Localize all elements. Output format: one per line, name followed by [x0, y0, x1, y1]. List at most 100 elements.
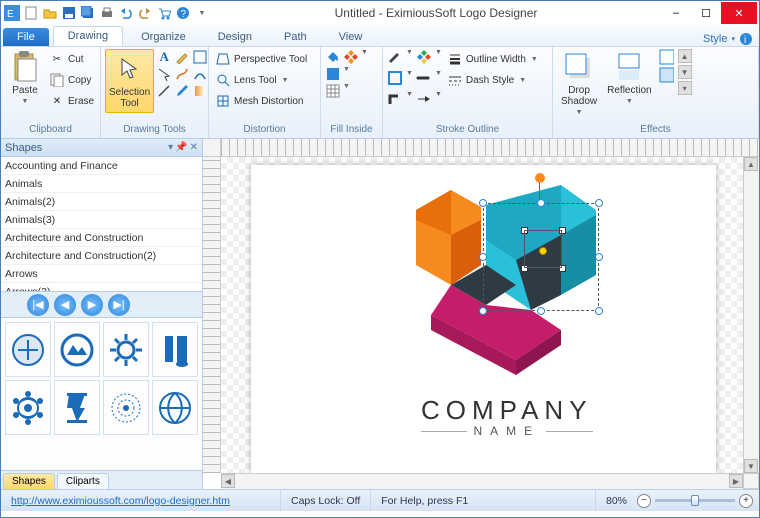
fill-gradient-icon[interactable] — [343, 49, 359, 65]
style-link[interactable]: Style — [703, 33, 727, 45]
scroll-right-icon[interactable]: ▶ — [729, 474, 743, 488]
zoom-in-button[interactable]: + — [739, 494, 753, 508]
zoom-slider[interactable] — [655, 499, 735, 502]
cart-icon[interactable] — [155, 4, 173, 22]
nav-prev-icon[interactable]: ◀ — [54, 294, 76, 316]
shape-thumbnail[interactable] — [54, 380, 100, 435]
tab-view[interactable]: View — [325, 28, 377, 46]
resize-handle-se[interactable] — [595, 307, 603, 315]
cut-button[interactable]: ✂Cut — [47, 49, 96, 69]
panel-dropdown-icon[interactable]: ▾ — [168, 142, 173, 153]
tab-path[interactable]: Path — [270, 28, 321, 46]
copy-button[interactable]: Copy — [47, 70, 96, 90]
shape-thumbnail[interactable] — [5, 322, 51, 377]
tab-shapes[interactable]: Shapes — [3, 473, 55, 489]
perspective-tool-button[interactable]: Perspective Tool — [213, 49, 309, 69]
resize-handle-e[interactable] — [595, 253, 603, 261]
paste-button[interactable]: Paste ▼ — [5, 49, 45, 107]
shapes-category-list[interactable]: Accounting and Finance Animals Animals(2… — [1, 157, 202, 292]
resize-handle-w[interactable] — [479, 253, 487, 261]
reflection-button[interactable]: Reflection ▼ — [603, 49, 655, 107]
nav-first-icon[interactable]: |◀ — [27, 294, 49, 316]
effect-preset-1-icon[interactable] — [658, 49, 674, 65]
shape-thumbnail[interactable] — [152, 380, 198, 435]
minimize-button[interactable]: – — [661, 2, 691, 24]
fill-solid-icon[interactable] — [325, 66, 341, 82]
stroke-arrow-icon[interactable] — [416, 91, 432, 107]
outline-width-button[interactable]: Outline Width▼ — [445, 49, 540, 69]
tab-cliparts[interactable]: Cliparts — [57, 473, 109, 489]
list-item[interactable]: Arrows — [1, 265, 202, 283]
line-tool-icon[interactable] — [156, 83, 172, 99]
scrollbar-vertical[interactable]: ▲ ▼ — [743, 157, 759, 473]
scrollbar-horizontal[interactable]: ◀ ▶ — [221, 473, 743, 489]
resize-handle-n[interactable] — [537, 199, 545, 207]
shape-thumbnail[interactable] — [103, 380, 149, 435]
status-link[interactable]: http://www.eximioussoft.com/logo-designe… — [11, 495, 230, 507]
effect-gallery-icon[interactable]: ▾ — [678, 81, 692, 95]
shape-thumbnail[interactable] — [5, 380, 51, 435]
resize-handle-sw[interactable] — [479, 307, 487, 315]
effect-preset-2-icon[interactable] — [658, 67, 674, 83]
maximize-button[interactable]: ☐ — [691, 2, 721, 24]
nav-next-icon[interactable]: ▶ — [81, 294, 103, 316]
zoom-out-button[interactable]: − — [637, 494, 651, 508]
fill-bucket-icon[interactable] — [325, 49, 341, 65]
fill-pattern-icon[interactable] — [325, 83, 341, 99]
tab-drawing[interactable]: Drawing — [53, 26, 123, 46]
text-tool-icon[interactable]: A — [156, 49, 172, 65]
company-text-block[interactable]: COMPANY NAME — [421, 395, 593, 438]
undo-icon[interactable] — [117, 4, 135, 22]
resize-handle-ne[interactable] — [595, 199, 603, 207]
close-button[interactable]: ✕ — [721, 2, 757, 24]
help-icon[interactable]: ? — [174, 4, 192, 22]
tab-design[interactable]: Design — [204, 28, 266, 46]
dash-style-button[interactable]: Dash Style▼ — [445, 70, 528, 90]
stroke-pen-icon[interactable] — [387, 49, 403, 65]
panel-pin-icon[interactable]: 📌 — [175, 142, 187, 153]
rotation-handle[interactable] — [535, 173, 545, 183]
new-icon[interactable] — [22, 4, 40, 22]
stroke-join-icon[interactable] — [387, 91, 403, 107]
canvas-page[interactable]: COMPANY NAME — [251, 165, 716, 473]
stroke-cap-icon[interactable] — [416, 70, 432, 86]
scroll-up-icon[interactable]: ▲ — [744, 157, 758, 171]
mesh-distortion-button[interactable]: Mesh Distortion — [213, 91, 309, 111]
lens-tool-button[interactable]: Lens Tool▼ — [213, 70, 309, 90]
scroll-down-icon[interactable]: ▼ — [744, 459, 758, 473]
shape-tool-icon[interactable] — [192, 49, 208, 65]
list-item[interactable]: Architecture and Construction(2) — [1, 247, 202, 265]
redo-icon[interactable] — [136, 4, 154, 22]
stroke-solid-icon[interactable] — [387, 70, 403, 86]
shape-thumbnail[interactable] — [54, 322, 100, 377]
qat-dropdown-icon[interactable]: ▼ — [193, 4, 211, 22]
list-item[interactable]: Animals — [1, 175, 202, 193]
effect-scroll-up-icon[interactable]: ▲ — [678, 49, 692, 63]
node-tool-icon[interactable] — [156, 66, 172, 82]
list-item[interactable]: Arrows(2) — [1, 283, 202, 292]
tab-file[interactable]: File — [3, 28, 49, 46]
help-info-icon[interactable]: i — [739, 32, 753, 46]
save-copy-icon[interactable] — [79, 4, 97, 22]
resize-handle-nw[interactable] — [479, 199, 487, 207]
tab-organize[interactable]: Organize — [127, 28, 200, 46]
shape-thumbnail[interactable] — [152, 322, 198, 377]
list-item[interactable]: Architecture and Construction — [1, 229, 202, 247]
gradient-tool-icon[interactable] — [192, 83, 208, 99]
freehand-tool-icon[interactable] — [174, 66, 190, 82]
drop-shadow-button[interactable]: Drop Shadow ▼ — [557, 49, 601, 118]
panel-close-icon[interactable]: ✕ — [190, 142, 198, 153]
effect-scroll-down-icon[interactable]: ▼ — [678, 65, 692, 79]
stroke-color-icon[interactable] — [416, 49, 432, 65]
shape-thumbnail[interactable] — [103, 322, 149, 377]
pen-tool-icon[interactable] — [174, 49, 190, 65]
scroll-left-icon[interactable]: ◀ — [221, 474, 235, 488]
canvas-viewport[interactable]: COMPANY NAME — [221, 157, 743, 473]
nav-last-icon[interactable]: ▶| — [108, 294, 130, 316]
bezier-tool-icon[interactable] — [192, 66, 208, 82]
list-item[interactable]: Animals(3) — [1, 211, 202, 229]
list-item[interactable]: Accounting and Finance — [1, 157, 202, 175]
resize-handle-s[interactable] — [537, 307, 545, 315]
eyedropper-icon[interactable] — [174, 83, 190, 99]
print-icon[interactable] — [98, 4, 116, 22]
